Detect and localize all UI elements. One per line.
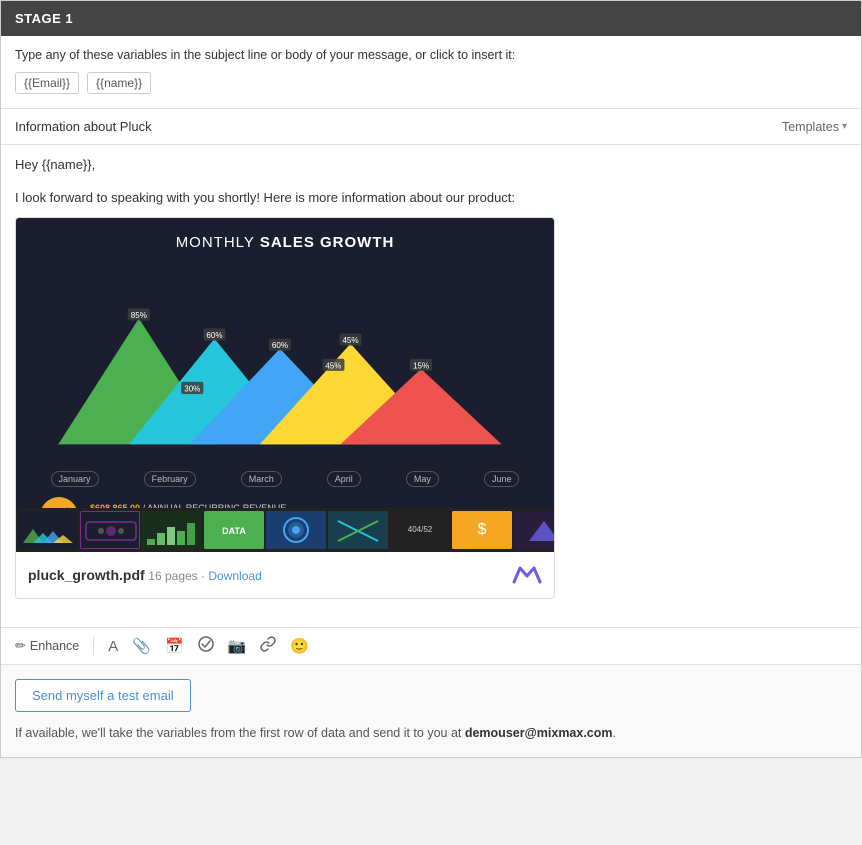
svg-text:60%: 60% [272,341,288,350]
email-variable-tag[interactable]: {{Email}} [15,72,79,94]
text-format-icon[interactable]: A [108,638,118,655]
checkmark-icon[interactable] [198,636,214,656]
file-info-row: pluck_growth.pdf 16 pages · Download [16,552,554,598]
variables-section: Type any of these variables in the subje… [1,36,861,109]
thumb-9[interactable] [514,511,554,549]
attachment-card: MONTHLY SALES GROWTH [15,217,555,599]
chart-title-normal: MONTHLY [176,234,255,251]
thumb-4[interactable]: DATA [204,511,264,549]
month-june: June [484,471,520,487]
svg-text:45%: 45% [325,361,341,370]
wand-icon: ✏ [15,638,26,654]
test-email-button[interactable]: Send myself a test email [15,679,191,712]
footer-note-suffix: . [613,726,616,740]
svg-text:85%: 85% [131,311,147,320]
chart-area: MONTHLY SALES GROWTH [16,218,554,508]
svg-text:15%: 15% [413,361,429,370]
toolbar-separator [93,637,94,655]
subject-row: Information about Pluck Templates ▾ [1,109,861,145]
enhance-label: Enhance [30,639,79,653]
stage-header: STAGE 1 [1,1,861,36]
file-meta: 16 pages · Download [148,569,261,583]
svg-text:30%: 30% [184,384,200,393]
annual-revenue-amount: $608,865.00 [90,503,140,508]
annual-revenue-label: / ANNUAL RECURRING REVENUE [143,503,287,508]
thumb-5[interactable] [266,511,326,549]
svg-text:DATA: DATA [222,526,246,536]
svg-text:45%: 45% [342,336,358,345]
chart-bottom-text: $608,865.00 / ANNUAL RECURRING REVENUE S… [90,502,487,508]
thumbnail-strip: DATA [16,508,554,552]
footer-note: If available, we'll take the variables f… [15,724,847,743]
calendar-icon[interactable]: 📅 [165,637,184,655]
chart-bottom-info: 🛒 $608,865.00 / ANNUAL RECURRING REVENUE… [28,487,542,508]
svg-text:60%: 60% [206,331,222,340]
month-april: April [327,471,361,487]
footer-note-prefix: If available, we'll take the variables f… [15,726,465,740]
thumb-3[interactable] [142,511,202,549]
mixmax-logo [512,560,542,590]
thumb-7[interactable]: 404/52 [390,511,450,549]
coin-icon: 🛒 [40,497,78,508]
main-container: STAGE 1 Type any of these variables in t… [0,0,862,758]
svg-text:404/52: 404/52 [408,525,433,534]
templates-label: Templates [782,120,839,134]
email-intro: I look forward to speaking with you shor… [15,190,847,205]
email-greeting: Hey {{name}}, [15,157,847,172]
month-february: February [144,471,196,487]
variable-tags-container: {{Email}} {{name}} [15,72,847,94]
footer-section: Send myself a test email If available, w… [1,665,861,757]
enhance-button[interactable]: ✏ Enhance [15,638,79,654]
email-body-section[interactable]: Hey {{name}}, I look forward to speaking… [1,145,861,628]
thumb-6[interactable] [328,511,388,549]
month-may: May [406,471,439,487]
month-labels: January February March April May June [28,471,542,487]
month-march: March [241,471,282,487]
camera-icon[interactable]: 📷 [228,637,247,655]
cart-symbol: 🛒 [49,506,69,508]
chart-svg: 85% 60% 60% 45% 45% 15% [28,263,542,465]
chart-title-bold: SALES GROWTH [260,234,395,251]
attachment-icon[interactable]: 📎 [132,637,151,655]
name-variable-tag[interactable]: {{name}} [87,72,151,94]
footer-email: demouser@mixmax.com [465,726,613,740]
stage-title: STAGE 1 [15,11,73,26]
link-icon[interactable] [260,636,276,656]
file-download[interactable]: Download [208,569,261,583]
templates-button[interactable]: Templates ▾ [782,120,847,134]
chart-title: MONTHLY SALES GROWTH [28,234,542,251]
emoji-icon[interactable]: 🙂 [290,637,309,655]
file-pages: 16 pages [148,569,197,583]
thumb-2[interactable] [80,511,140,549]
month-january: January [51,471,99,487]
file-name: pluck_growth.pdf [28,567,145,583]
editor-toolbar: ✏ Enhance A 📎 📅 📷 🙂 [1,628,861,665]
subject-text: Information about Pluck [15,119,152,134]
variables-description: Type any of these variables in the subje… [15,48,847,62]
thumb-1[interactable] [18,511,78,549]
chevron-down-icon: ▾ [842,121,847,132]
file-details: pluck_growth.pdf 16 pages · Download [28,567,262,583]
thumb-8[interactable]: $ [452,511,512,549]
svg-text:$: $ [478,521,487,538]
